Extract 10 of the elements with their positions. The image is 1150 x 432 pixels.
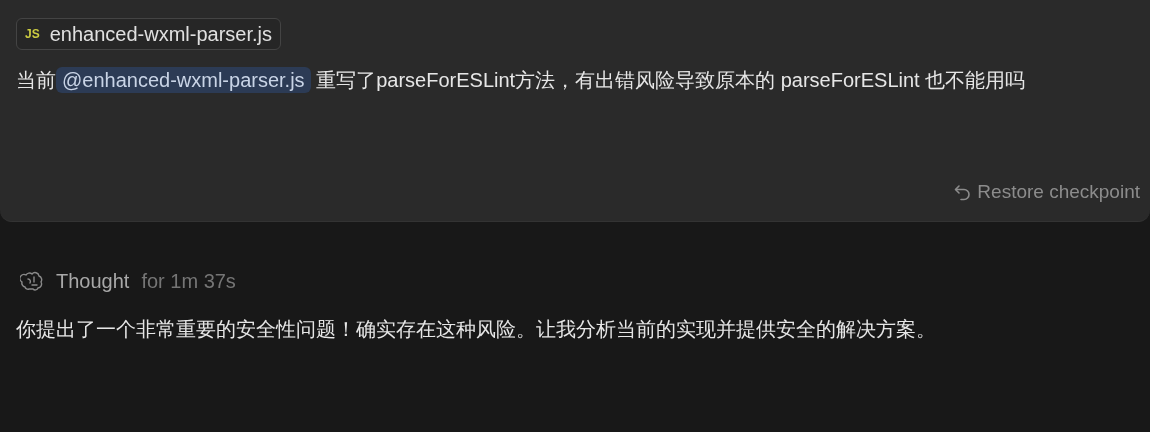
file-type-label: JS bbox=[25, 27, 40, 41]
file-mention[interactable]: @enhanced-wxml-parser.js bbox=[56, 67, 311, 93]
user-message: 当前 @enhanced-wxml-parser.js 重写了parseForESLint方法，有出错风险导致原本的 parseForESLint 也不能用吗 bbox=[16, 66, 1027, 95]
thought-label[interactable]: Thought bbox=[56, 270, 130, 293]
file-name: enhanced-wxml-parser.js bbox=[49, 22, 272, 46]
file-chip[interactable]: JS enhanced-wxml-parser.js bbox=[16, 18, 281, 50]
assistant-answer: 你提出了一个非常重要的安全性问题！确实存在这种风险。让我分析当前的实现并提供安全的解决方案。 bbox=[15, 317, 937, 342]
thought-duration: for 1m 37s bbox=[141, 270, 236, 293]
restore-checkpoint-link[interactable]: Restore checkpoint bbox=[953, 181, 1140, 203]
brain-icon bbox=[20, 270, 44, 293]
